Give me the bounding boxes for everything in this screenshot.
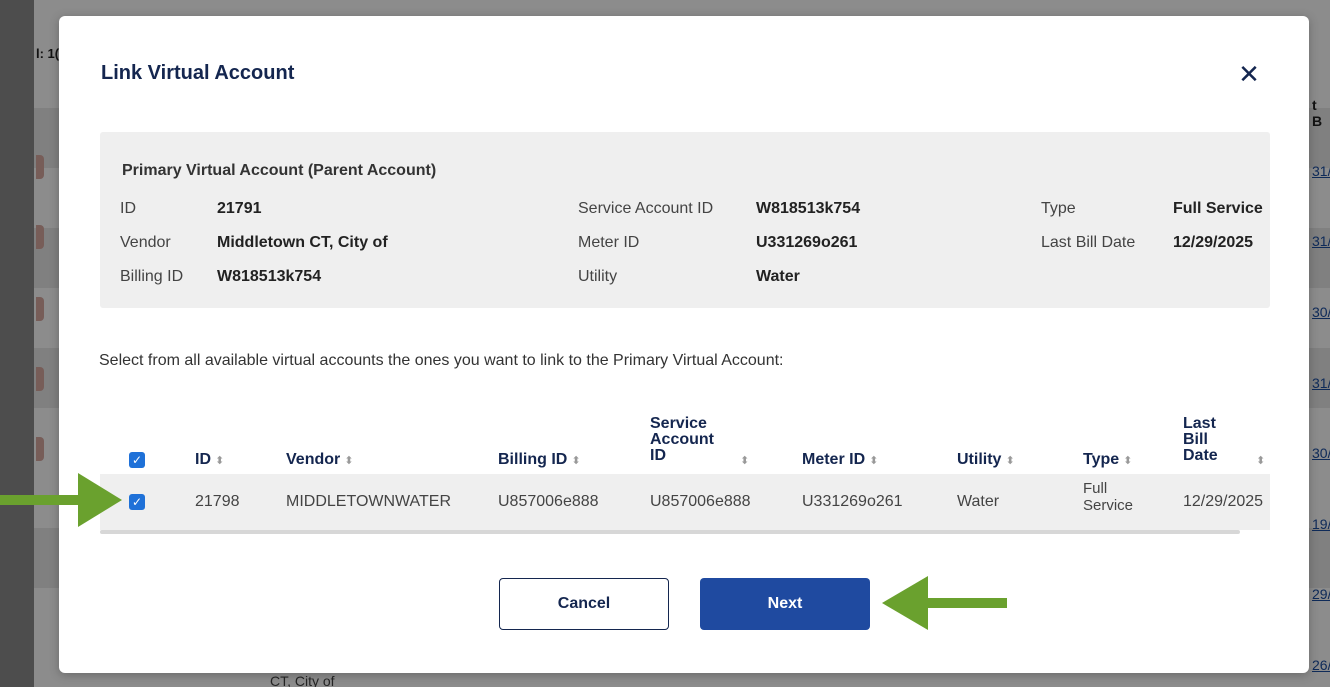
sort-icon[interactable]: ⬍ — [1123, 455, 1132, 467]
cell-service-account-id: U857006e888 — [650, 493, 751, 510]
cell-utility: Water — [957, 493, 1000, 510]
column-header-last-bill-date[interactable]: Last Bill Date — [1183, 416, 1218, 464]
sort-icon[interactable]: ⬍ — [571, 455, 580, 467]
cancel-button[interactable]: Cancel — [499, 578, 669, 630]
type-label: Type — [1041, 200, 1076, 217]
primary-account-heading: Primary Virtual Account (Parent Account) — [122, 162, 437, 179]
column-header-billing-id[interactable]: Billing ID ⬍ — [498, 452, 581, 469]
vendor-value: Middletown CT, City of — [217, 234, 388, 251]
column-header-vendor[interactable]: Vendor ⬍ — [286, 452, 353, 469]
column-header-service-account-id[interactable]: Service Account ID — [650, 416, 714, 464]
cell-meter-id: U331269o261 — [802, 493, 903, 510]
sort-icon[interactable]: ⬍ — [215, 455, 224, 467]
service-account-id-label: Service Account ID — [578, 200, 714, 217]
last-bill-date-label: Last Bill Date — [1041, 234, 1136, 251]
cell-type: Full Service — [1083, 480, 1133, 514]
instruction-text: Select from all available virtual accoun… — [99, 352, 784, 369]
primary-account-panel: Primary Virtual Account (Parent Account)… — [100, 132, 1270, 308]
id-label: ID — [120, 200, 136, 217]
meter-id-label: Meter ID — [578, 234, 640, 251]
column-header-label: ID — [650, 447, 666, 464]
sort-icon[interactable]: ⬍ — [1005, 455, 1014, 467]
cell-id: 21798 — [195, 493, 240, 510]
last-bill-date-value: 12/29/2025 — [1173, 234, 1254, 251]
column-header-label: Utility — [957, 451, 1002, 468]
close-icon[interactable]: ✕ — [1235, 60, 1263, 88]
dialog-title: Link Virtual Account — [101, 62, 295, 84]
sort-icon[interactable]: ⬍ — [740, 454, 749, 467]
cell-vendor: MIDDLETOWNWATER — [286, 493, 452, 510]
cell-type-line: Service — [1083, 497, 1134, 514]
table-row[interactable]: ✓ 21798 MIDDLETOWNWATER U857006e888 U857… — [100, 474, 1270, 530]
type-value: Full Service — [1173, 200, 1263, 217]
id-value: 21791 — [217, 200, 262, 217]
sort-icon[interactable]: ⬍ — [869, 455, 878, 467]
cell-last-bill-date: 12/29/2025 — [1183, 493, 1264, 510]
row-checkbox[interactable]: ✓ — [129, 494, 145, 510]
service-account-id-value: W818513k754 — [756, 200, 861, 217]
cell-type-line: Full — [1083, 480, 1108, 497]
utility-label: Utility — [578, 268, 618, 285]
arrow-left-icon — [882, 576, 1007, 630]
link-virtual-account-dialog: Link Virtual Account ✕ Primary Virtual A… — [59, 16, 1309, 673]
column-header-label: Service — [650, 415, 707, 432]
next-button[interactable]: Next — [700, 578, 870, 630]
column-header-id[interactable]: ID ⬍ — [195, 452, 224, 469]
column-header-label: Meter ID — [802, 451, 866, 468]
column-header-type[interactable]: Type ⬍ — [1083, 452, 1132, 469]
column-header-utility[interactable]: Utility ⬍ — [957, 452, 1015, 469]
column-header-label: Type — [1083, 451, 1120, 468]
utility-value: Water — [756, 268, 800, 285]
column-header-label: Date — [1183, 447, 1218, 464]
meter-id-value: U331269o261 — [756, 234, 858, 251]
column-header-label: Billing ID — [498, 451, 568, 468]
billing-id-label: Billing ID — [120, 268, 184, 285]
column-header-label: ID — [195, 451, 211, 468]
billing-id-value: W818513k754 — [217, 268, 322, 285]
column-header-label: Account — [650, 431, 714, 448]
horizontal-scrollbar[interactable] — [100, 530, 1240, 534]
sort-icon[interactable]: ⬍ — [344, 455, 353, 467]
sort-icon[interactable]: ⬍ — [1256, 454, 1265, 467]
arrow-right-icon — [0, 473, 122, 527]
cell-billing-id: U857006e888 — [498, 493, 599, 510]
column-header-label: Last — [1183, 415, 1216, 432]
select-all-checkbox[interactable]: ✓ — [129, 452, 145, 468]
column-header-label: Vendor — [286, 451, 341, 468]
column-header-meter-id[interactable]: Meter ID ⬍ — [802, 452, 878, 469]
column-header-label: Bill — [1183, 431, 1208, 448]
vendor-label: Vendor — [120, 234, 171, 251]
